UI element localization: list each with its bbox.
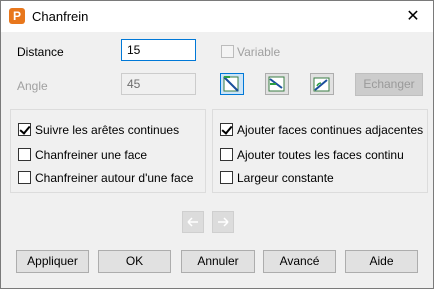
angle-field[interactable] (121, 73, 196, 95)
apply-button[interactable]: Appliquer (16, 250, 89, 273)
app-logo-icon: P (9, 8, 25, 24)
angle-label: Angle (17, 79, 48, 93)
window-title: Chanfrein (32, 9, 89, 24)
ok-button[interactable]: OK (98, 250, 171, 273)
add-all-faces-checkbox[interactable] (220, 148, 233, 161)
chamfer-two-distances-button[interactable] (265, 73, 289, 95)
arrow-left-icon (187, 217, 198, 227)
chamfer-around-face-label: Chanfreiner autour d'une face (35, 171, 194, 185)
variable-checkbox[interactable] (221, 45, 234, 58)
chamfer-distance-icon (223, 76, 239, 92)
follow-continuous-edges-checkbox[interactable] (18, 123, 31, 136)
add-adjacent-faces-checkbox[interactable] (220, 123, 233, 136)
chamfer-distance-angle-button[interactable] (310, 73, 334, 95)
chamfer-around-face-checkbox[interactable] (18, 171, 31, 184)
next-button[interactable] (212, 211, 234, 233)
chamfer-dialog: P Chanfrein ✕ Distance Variable Angle Ec… (0, 0, 434, 289)
distance-field[interactable] (121, 39, 196, 61)
chamfer-one-face-label: Chanfreiner une face (35, 148, 148, 162)
arrow-right-icon (218, 217, 229, 227)
left-options-group: Suivre les arêtes continues Chanfreiner … (10, 109, 206, 193)
add-adjacent-faces-label: Ajouter faces continues adjacentes (237, 123, 424, 137)
follow-continuous-edges-label: Suivre les arêtes continues (35, 123, 180, 137)
chamfer-distance-button[interactable] (220, 73, 244, 95)
constant-width-checkbox[interactable] (220, 171, 233, 184)
cancel-button[interactable]: Annuler (181, 250, 255, 273)
previous-button[interactable] (182, 211, 204, 233)
constant-width-label: Largeur constante (237, 171, 334, 185)
right-options-group: Ajouter faces continues adjacentes Ajout… (212, 109, 428, 193)
help-button[interactable]: Aide (345, 250, 418, 273)
chamfer-two-distances-icon (268, 76, 285, 92)
swap-button[interactable]: Echanger (355, 73, 423, 96)
title-bar: P Chanfrein ✕ (1, 1, 433, 32)
close-button[interactable]: ✕ (393, 1, 433, 32)
chamfer-one-face-checkbox[interactable] (18, 148, 31, 161)
advanced-button[interactable]: Avancé (263, 250, 336, 273)
distance-label: Distance (17, 45, 64, 59)
chamfer-distance-angle-icon (313, 77, 330, 92)
add-all-faces-label: Ajouter toutes les faces continu (237, 148, 404, 162)
variable-label: Variable (237, 45, 281, 59)
